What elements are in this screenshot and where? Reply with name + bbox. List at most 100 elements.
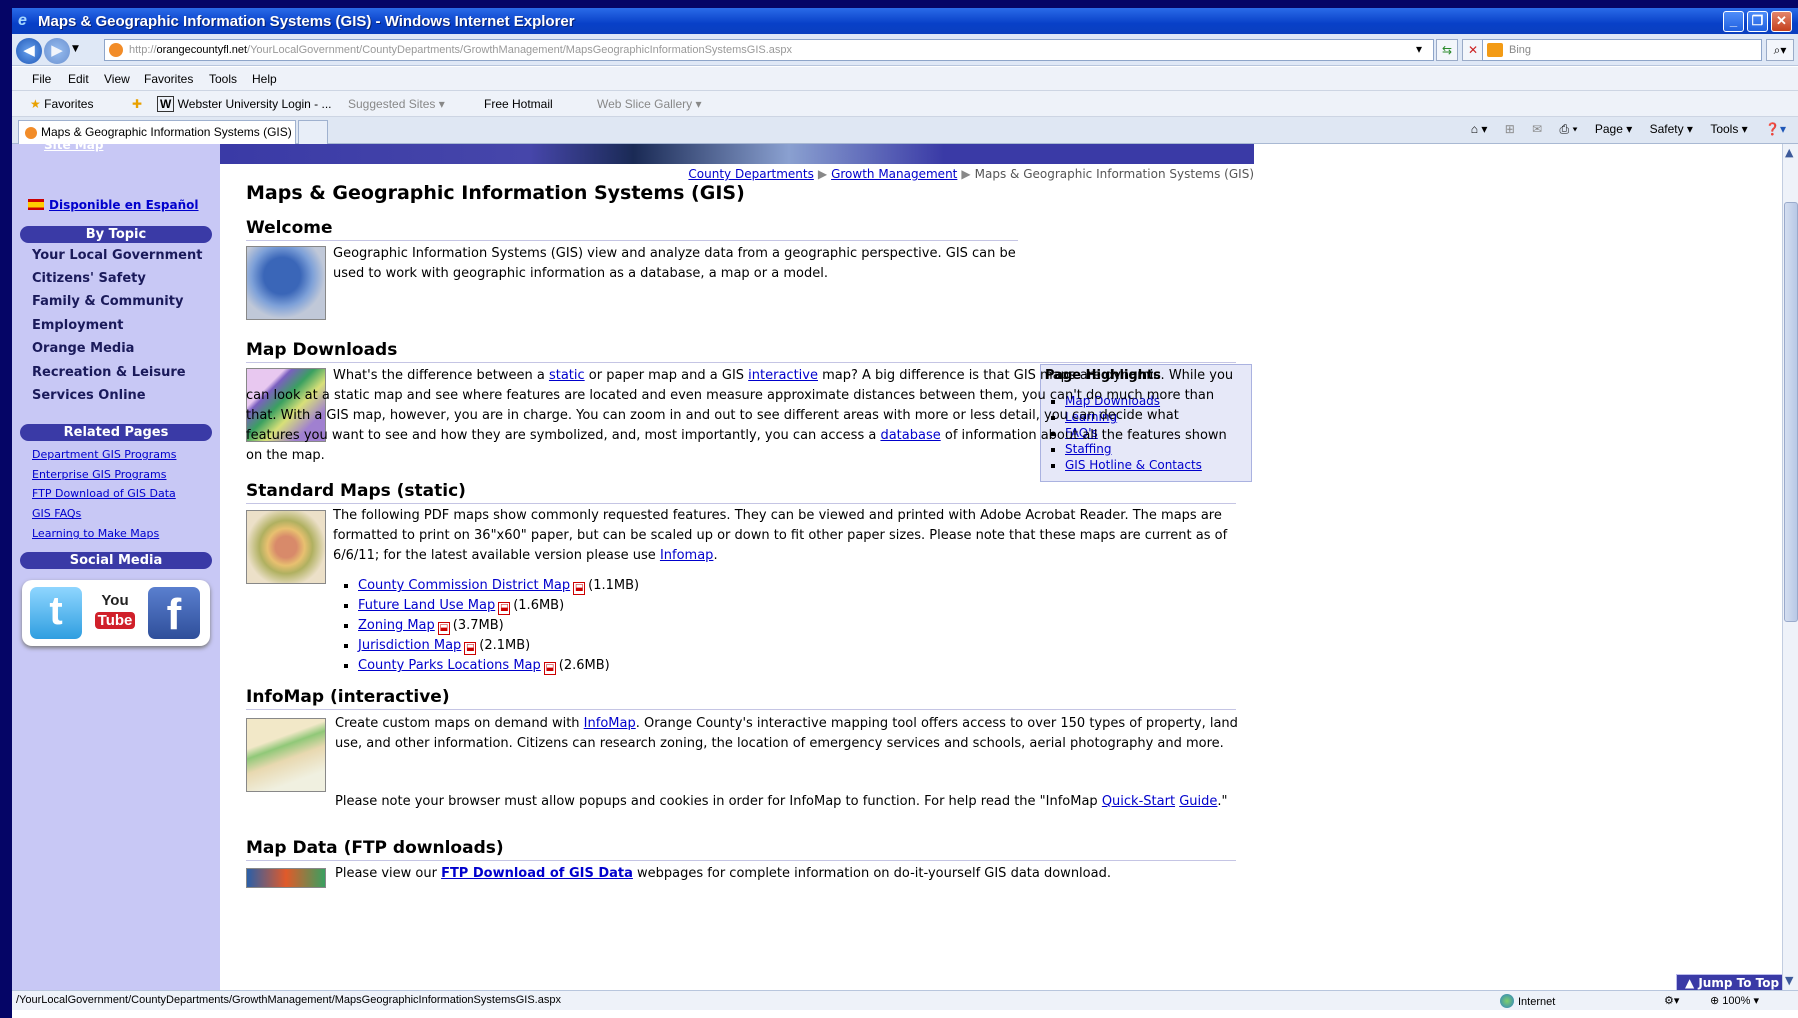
search-icon[interactable]: ⌕▾ [1766,39,1794,61]
maximize-button[interactable]: ❐ [1747,11,1768,32]
close-button[interactable]: ✕ [1771,11,1792,32]
refresh-icon[interactable]: ⇆ [1436,39,1458,61]
scrollbar-thumb[interactable] [1784,202,1798,622]
minimize-button[interactable]: _ [1723,11,1744,32]
youtube-bottom: Tube [94,612,136,629]
search-input[interactable]: Bing [1482,39,1762,61]
url-prefix: http:// [129,44,157,56]
menu-file[interactable]: File [32,72,51,86]
topic-orange-media[interactable]: Orange Media [32,341,134,356]
window-title: Maps & Geographic Information Systems (G… [38,13,575,30]
page-title: Maps & Geographic Information Systems (G… [246,182,745,204]
pdf-icon: ⬓ [437,622,450,635]
menu-tools[interactable]: Tools [209,72,237,86]
menu-help[interactable]: Help [252,72,277,86]
facebook-icon[interactable]: f [148,587,200,639]
scroll-down-icon[interactable]: ▼ [1785,974,1793,987]
topic-family-community[interactable]: Family & Community [32,294,183,309]
breadcrumb-current: Maps & Geographic Information Systems (G… [974,167,1254,181]
related-department-gis[interactable]: Department GIS Programs [32,448,176,461]
file-size: (3.7MB) [452,618,504,633]
breadcrumb: County Departments ▶ Growth Management ▶ Map… [688,167,1254,181]
menu-edit[interactable]: Edit [68,72,89,86]
title-bar[interactable]: e Maps & Geographic Information Systems … [12,8,1798,34]
address-dropdown-icon[interactable]: ▾ [1408,39,1430,61]
favorites-button[interactable]: ★ Favorites [30,97,93,111]
mail-icon[interactable]: ✉ [1532,122,1542,136]
quick-start-link[interactable]: Quick-Start [1102,794,1175,809]
youtube-icon[interactable]: You Tube [89,587,141,639]
related-pages-header: Related Pages [20,424,212,441]
url-host: orangecountyfl.net [156,44,248,56]
fav-webster[interactable]: W Webster University Login - ... [157,96,332,112]
safety-menu[interactable]: Safety ▾ [1650,122,1693,136]
jump-to-top-button[interactable]: ▲ Jump To Top [1676,974,1782,990]
by-topic-header: By Topic [20,226,212,243]
interactive-link[interactable]: interactive [748,368,818,383]
help-icon[interactable]: ❓▾ [1765,122,1786,136]
database-link[interactable]: database [880,428,940,443]
tab-maps-gis[interactable]: Maps & Geographic Information Systems (G… [18,120,296,144]
protected-mode-icon[interactable]: ⚙▾ [1664,994,1679,1007]
forward-button[interactable]: ▶ [44,38,70,64]
topic-citizens-safety[interactable]: Citizens' Safety [32,271,146,286]
menu-bar: File Edit View Favorites Tools Help [12,67,1798,91]
zoning-map-link[interactable]: Zoning Map [358,618,435,633]
print-icon[interactable]: ⎙ ▾ [1560,122,1578,136]
zoom-icon: ⊕ [1710,995,1720,1007]
history-dropdown-icon[interactable]: ▼ [72,44,79,54]
fav-web-slice-gallery[interactable]: Web Slice Gallery ▾ [597,97,702,111]
menu-favorites[interactable]: Favorites [144,72,193,86]
standard-maps-list: County Commission District Map⬓(1.1MB) F… [358,576,639,676]
menu-view[interactable]: View [104,72,130,86]
breadcrumb-county-departments[interactable]: County Departments [688,167,813,181]
address-input[interactable]: http://orangecountyfl.net/YourLocalGover… [104,39,1434,61]
welcome-heading: Welcome [246,218,1018,241]
back-button[interactable]: ◀ [16,38,42,64]
new-tab-button[interactable] [298,120,328,144]
infomap-screenshot-image [246,718,326,792]
zone-label: Internet [1518,996,1556,1008]
map-downloads-text: What's the difference between a static o… [246,368,1234,463]
topic-services-online[interactable]: Services Online [32,388,146,403]
zoom-control[interactable]: ⊕ 100% ▾ [1710,994,1759,1007]
page-menu[interactable]: Page ▾ [1595,122,1632,136]
fav-suggested-sites[interactable]: Suggested Sites ▾ [348,97,445,111]
infomap-link[interactable]: Infomap [660,548,714,563]
future-land-use-map-link[interactable]: Future Land Use Map [358,598,495,613]
feeds-icon[interactable]: ⊞ [1505,122,1515,136]
twitter-icon[interactable]: t [30,587,82,639]
related-learning-maps[interactable]: Learning to Make Maps [32,527,159,540]
fav-free-hotmail[interactable]: Free Hotmail [484,97,553,111]
ftp-download-link[interactable]: FTP Download of GIS Data [441,866,633,881]
county-parks-locations-map-link[interactable]: County Parks Locations Map [358,658,541,673]
infomap-link[interactable]: InfoMap [584,716,636,731]
quick-start-guide-link[interactable]: Guide [1179,794,1217,809]
county-commission-district-map-link[interactable]: County Commission District Map [358,578,570,593]
related-enterprise-gis[interactable]: Enterprise GIS Programs [32,468,166,481]
infomap-note: Please note your browser must allow popu… [335,794,1228,809]
list-item: Zoning Map⬓(3.7MB) [358,616,639,636]
spain-flag-icon [28,199,44,210]
topic-your-local-government[interactable]: Your Local Government [32,248,202,263]
breadcrumb-growth-management[interactable]: Growth Management [831,167,957,181]
site-map-link[interactable]: Site Map [44,144,103,152]
topic-recreation-leisure[interactable]: Recreation & Leisure [32,365,186,380]
vertical-scrollbar[interactable]: ▲ ▼ [1782,144,1798,990]
list-item: County Commission District Map⬓(1.1MB) [358,576,639,596]
jurisdiction-map-link[interactable]: Jurisdiction Map [358,638,461,653]
related-gis-faqs[interactable]: GIS FAQs [32,507,81,520]
favorites-bar: ★ Favorites ✚ W Webster University Login… [12,91,1798,117]
standard-maps-text: The following PDF maps show commonly req… [333,508,1228,563]
tools-menu[interactable]: Tools ▾ [1710,122,1747,136]
home-icon[interactable]: ⌂ ▾ [1471,122,1488,136]
pdf-icon: ⬓ [573,582,586,595]
topic-employment[interactable]: Employment [32,318,123,333]
add-favorite-icon[interactable]: ✚ [132,97,142,111]
espanol-link[interactable]: Disponible en Español [28,198,199,212]
scroll-up-icon[interactable]: ▲ [1785,146,1793,159]
breadcrumb-separator-icon: ▶ [961,167,971,181]
related-ftp-download[interactable]: FTP Download of GIS Data [32,487,176,500]
static-link[interactable]: static [549,368,585,383]
stop-icon[interactable]: ✕ [1462,39,1484,61]
